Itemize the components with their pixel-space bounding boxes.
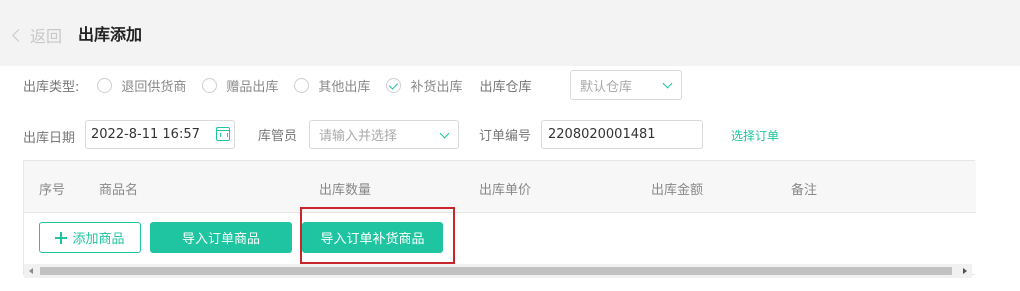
horizontal-scrollbar[interactable] xyxy=(24,264,972,278)
column-header: 出库单价 xyxy=(479,183,532,198)
warehouse-select[interactable]: 默认仓库 xyxy=(570,70,682,100)
import-order-products-label: 导入订单商品 xyxy=(181,232,260,247)
import-order-products-button[interactable]: 导入订单商品 xyxy=(150,222,292,253)
calendar-icon[interactable] xyxy=(216,127,230,141)
highlight-annotation xyxy=(300,207,455,264)
radio-circle-icon xyxy=(294,77,310,93)
radio-circle-icon xyxy=(97,77,113,93)
check-icon xyxy=(386,77,402,93)
radio-label: 其他出库 xyxy=(318,79,371,95)
warehouse-value: 默认仓库 xyxy=(580,79,633,95)
order-no-value: 2208020001481 xyxy=(548,127,656,142)
radio-circle-icon xyxy=(202,77,218,93)
add-product-button[interactable]: 添加商品 xyxy=(39,222,141,253)
chevron-down-icon xyxy=(662,78,673,89)
back-button[interactable]: 返回 xyxy=(11,24,62,46)
radio-other-outbound[interactable]: 其他出库 xyxy=(294,76,370,95)
radio-label: 退回供货商 xyxy=(121,79,187,95)
column-header: 备注 xyxy=(791,183,818,198)
back-label: 返回 xyxy=(30,27,63,46)
column-header: 出库数量 xyxy=(319,183,372,198)
radio-label: 补货出库 xyxy=(410,79,463,95)
outbound-date-field[interactable]: 2022-8-11 16:57 xyxy=(85,120,235,149)
order-no-label: 订单编号 xyxy=(479,129,532,144)
radio-return-supplier[interactable]: 退回供货商 xyxy=(97,76,186,95)
keeper-label: 库管员 xyxy=(258,129,298,144)
scroll-thumb[interactable] xyxy=(40,267,952,275)
add-product-label: 添加商品 xyxy=(72,232,125,247)
keeper-placeholder: 请输入并选择 xyxy=(319,129,398,144)
chevron-down-icon xyxy=(439,128,450,139)
chevron-left-icon xyxy=(12,28,25,42)
scroll-right-icon[interactable] xyxy=(963,268,967,274)
outbound-date-label: 出库日期 xyxy=(23,131,76,146)
warehouse-label: 出库仓库 xyxy=(479,79,532,95)
select-order-link[interactable]: 选择订单 xyxy=(731,127,779,144)
outbound-date-value: 2022-8-11 16:57 xyxy=(91,127,200,142)
column-header: 出库金额 xyxy=(651,183,704,198)
scroll-left-icon[interactable] xyxy=(29,268,33,274)
radio-gift-outbound[interactable]: 赠品出库 xyxy=(202,76,278,95)
table-header: 序号 商品名 出库数量 出库单价 出库金额 备注 xyxy=(24,161,976,213)
outbound-type-label: 出库类型: xyxy=(23,79,80,95)
outbound-type-row: 出库类型: 退回供货商 赠品出库 其他出库 补货出库 出库仓库 xyxy=(23,70,531,100)
column-header: 序号 xyxy=(39,183,66,198)
order-no-input[interactable]: 2208020001481 xyxy=(541,120,703,149)
plus-icon xyxy=(55,231,68,244)
radio-label: 赠品出库 xyxy=(226,79,279,95)
column-header: 商品名 xyxy=(99,183,139,198)
product-table: 序号 商品名 出库数量 出库单价 出库金额 备注 xyxy=(23,160,976,275)
keeper-select[interactable]: 请输入并选择 xyxy=(309,120,459,149)
page-title: 出库添加 xyxy=(78,25,143,44)
page-header: 返回 出库添加 xyxy=(0,0,1020,66)
radio-replenish-outbound[interactable]: 补货出库 xyxy=(386,76,462,95)
